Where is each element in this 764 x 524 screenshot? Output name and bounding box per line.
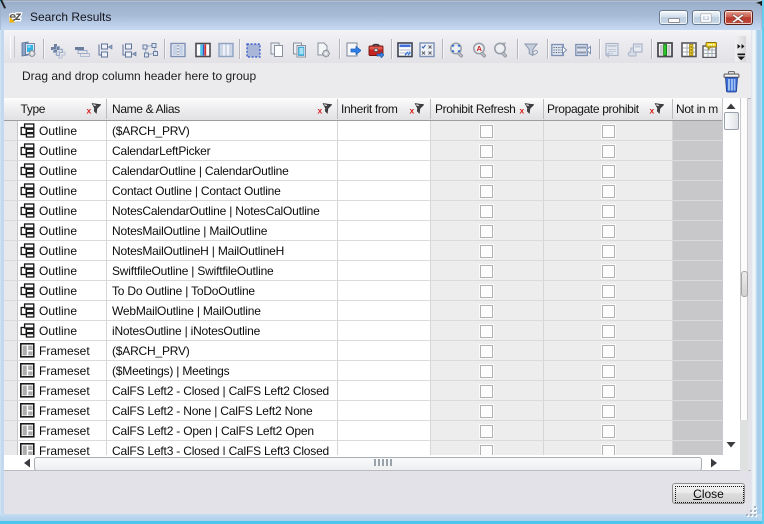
svg-text:A: A xyxy=(477,44,483,53)
svg-text:x: x xyxy=(650,106,655,116)
svg-text:x: x xyxy=(520,106,525,116)
svg-text:x: x xyxy=(410,106,415,116)
svg-text:z: z xyxy=(14,9,21,23)
svg-text:x: x xyxy=(318,106,323,116)
svg-text:x: x xyxy=(87,106,92,116)
